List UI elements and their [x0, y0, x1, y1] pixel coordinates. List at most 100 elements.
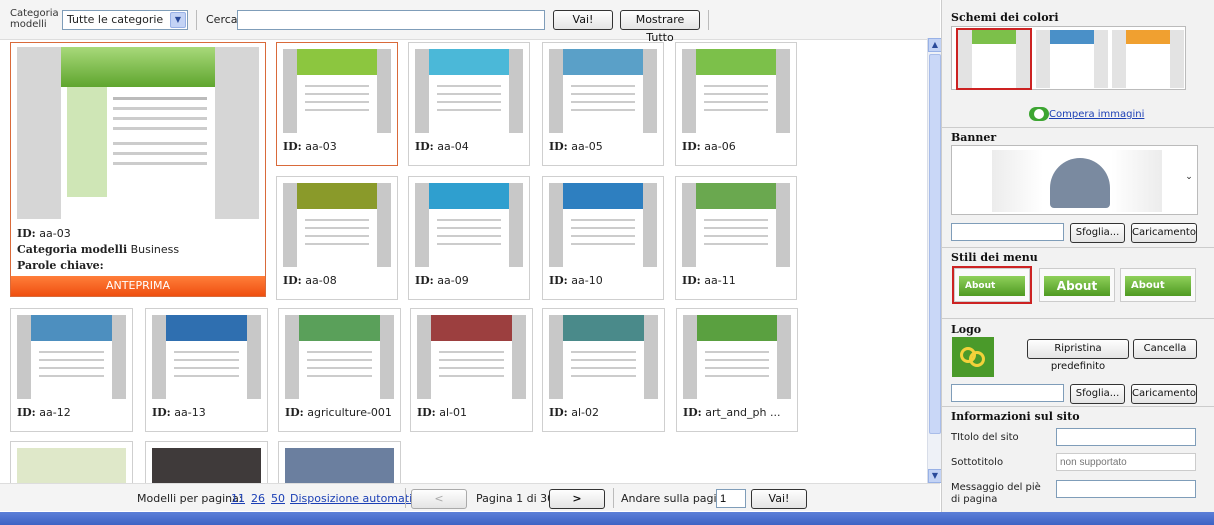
panel-divider	[942, 127, 1214, 128]
template-id-value: aa-12	[39, 406, 71, 419]
grid-scrollbar[interactable]: ▲ ▼	[927, 38, 942, 483]
goto-page-input[interactable]	[716, 489, 746, 508]
template-id-value: aa-09	[437, 274, 469, 287]
per-page-label: Modelli per pagina:	[137, 492, 243, 505]
scrollbar-thumb[interactable]	[929, 54, 941, 434]
template-id-label: ID:	[415, 140, 434, 153]
panel-divider	[942, 406, 1214, 407]
template-id: ID: aa-12	[17, 406, 71, 419]
banner-upload-button[interactable]: Caricamento	[1131, 223, 1197, 243]
template-id-label: ID:	[549, 140, 568, 153]
reset-logo-button[interactable]: Ripristina predefinito	[1027, 339, 1129, 372]
page-indicator: Pagina 1 di 30	[476, 492, 555, 505]
template-id: ID: aa-05	[549, 140, 603, 153]
template-card[interactable]: ID: aa-06	[675, 42, 797, 166]
template-id-value: aa-05	[571, 140, 603, 153]
template-id: ID: agriculture-001	[285, 406, 392, 419]
site-info-title: Informazioni sul sito	[951, 410, 1080, 423]
template-card-partial[interactable]	[145, 441, 268, 483]
template-id-value: agriculture-001	[307, 406, 392, 419]
footer-message-input[interactable]	[1056, 480, 1196, 498]
template-thumbnail	[415, 49, 523, 133]
menu-style-2[interactable]: About	[1039, 268, 1115, 302]
template-card[interactable]: ID: aa-13	[145, 308, 268, 432]
logo-image	[952, 337, 994, 377]
template-id: ID: aa-04	[415, 140, 469, 153]
template-id-value: art_and_ph ...	[705, 406, 781, 419]
per-page-option-50[interactable]: 50	[271, 492, 285, 505]
template-thumbnail	[283, 49, 391, 133]
site-title-input[interactable]	[1056, 428, 1196, 446]
menu-style-2-label: About	[1044, 276, 1110, 296]
template-card[interactable]: ID: aa-11	[675, 176, 797, 300]
template-card[interactable]: ID: aa-10	[542, 176, 664, 300]
template-card[interactable]: ID: aa-05	[542, 42, 664, 166]
panel-divider	[942, 247, 1214, 248]
template-thumbnail	[417, 315, 526, 399]
template-card-partial[interactable]	[278, 441, 401, 483]
template-thumbnail	[152, 315, 261, 399]
template-card[interactable]: ID: aa-04	[408, 42, 530, 166]
taskbar	[0, 512, 1214, 525]
template-id: ID: aa-13	[152, 406, 206, 419]
template-id: ID: al-01	[417, 406, 467, 419]
logo-file-input[interactable]	[951, 384, 1064, 402]
template-card-partial[interactable]	[10, 441, 133, 483]
subtitle-input[interactable]	[1056, 453, 1196, 471]
color-scheme-orange[interactable]	[1112, 30, 1184, 88]
customization-panel: Schemi dei colori Compera immagini Banne…	[941, 0, 1214, 512]
template-thumbnail	[283, 183, 391, 267]
color-scheme-blue[interactable]	[1036, 30, 1108, 88]
template-id-value: aa-03	[305, 140, 337, 153]
goto-page-button[interactable]: Vai!	[751, 489, 807, 509]
template-id-label: ID:	[17, 406, 36, 419]
template-id-label: ID:	[417, 406, 436, 419]
buy-images-link[interactable]: Compera immagini	[1049, 109, 1144, 120]
logo-title: Logo	[951, 323, 982, 336]
template-card[interactable]: ID: aa-03	[276, 42, 398, 166]
template-id-label: ID:	[682, 274, 701, 287]
template-card[interactable]: ID: art_and_ph ...	[676, 308, 798, 432]
template-card[interactable]: ID: al-01	[410, 308, 533, 432]
prev-page-button[interactable]: <	[411, 489, 467, 509]
menu-style-3-label: About	[1125, 276, 1191, 296]
logo-browse-button[interactable]: Sfoglia...	[1070, 384, 1125, 404]
buy-images-icon	[1029, 107, 1049, 121]
color-schemes-gallery	[951, 26, 1186, 90]
template-card[interactable]: ID: agriculture-001	[278, 308, 401, 432]
template-id-label: ID:	[549, 406, 568, 419]
per-page-option-11[interactable]: 11	[231, 492, 245, 505]
menu-style-1[interactable]: About	[952, 266, 1032, 304]
template-id-value: aa-04	[437, 140, 469, 153]
pagination-bar: Modelli per pagina: 11 26 50 Disposizion…	[0, 483, 940, 511]
color-schemes-title: Schemi dei colori	[951, 11, 1059, 24]
site-title-label: TItolo del sito	[951, 432, 1019, 443]
logo-upload-button[interactable]: Caricamento	[1131, 384, 1197, 404]
per-page-option-26[interactable]: 26	[251, 492, 265, 505]
scroll-up-icon[interactable]: ▲	[928, 38, 942, 52]
template-card[interactable]: ID: aa-08	[276, 176, 398, 300]
template-card[interactable]: ID: aa-09	[408, 176, 530, 300]
banner-browse-button[interactable]: Sfoglia...	[1070, 223, 1125, 243]
chevron-down-icon: ⌄	[1185, 172, 1193, 182]
template-id: ID: aa-10	[549, 274, 603, 287]
template-id-label: ID:	[549, 274, 568, 287]
cancel-logo-button[interactable]: Cancella	[1133, 339, 1197, 359]
template-id-value: al-02	[571, 406, 600, 419]
scroll-down-icon[interactable]: ▼	[928, 469, 942, 483]
color-scheme-green[interactable]	[956, 28, 1032, 90]
menu-style-3[interactable]: About	[1120, 268, 1196, 302]
banner-file-input[interactable]	[951, 223, 1064, 241]
template-id-label: ID:	[283, 140, 302, 153]
template-id: ID: aa-06	[682, 140, 736, 153]
banner-select[interactable]: ⌄	[951, 145, 1198, 215]
template-grid: ID: aa-03 ID: aa-04 ID: aa-05 ID: aa-06 ID: …	[0, 0, 927, 483]
template-id-label: ID:	[152, 406, 171, 419]
template-id: ID: art_and_ph ...	[683, 406, 780, 419]
template-card[interactable]: ID: aa-12	[10, 308, 133, 432]
next-page-button[interactable]: >	[549, 489, 605, 509]
subtitle-label: Sottotitolo	[951, 457, 1004, 468]
template-id-label: ID:	[415, 274, 434, 287]
template-card[interactable]: ID: al-02	[542, 308, 665, 432]
template-id-label: ID:	[683, 406, 702, 419]
